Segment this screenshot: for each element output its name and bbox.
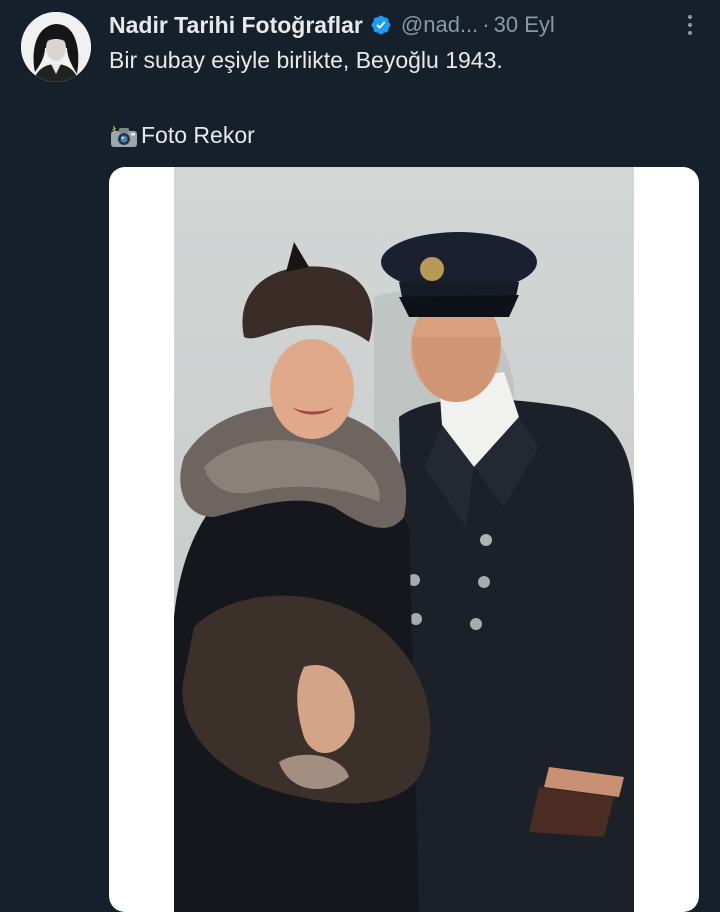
camera-flash-icon <box>111 124 137 147</box>
more-options-icon[interactable] <box>680 10 700 40</box>
display-name[interactable]: Nadir Tarihi Fotoğraflar <box>109 12 363 39</box>
tweet-credit-line: Foto Rekor <box>109 122 255 149</box>
avatar-portrait-image <box>21 12 91 82</box>
tweet-header: Nadir Tarihi Fotoğraflar @nad... · 30 Ey… <box>109 8 702 42</box>
photo-credit: Foto Rekor <box>141 122 255 148</box>
tweet-text: Bir subay eşiyle birlikte, Beyoğlu 1943. <box>109 47 503 73</box>
avatar[interactable] <box>21 12 91 82</box>
vintage-couple-photo[interactable] <box>174 167 634 912</box>
separator-dot: · <box>482 12 490 37</box>
verified-badge-icon <box>371 15 391 35</box>
user-handle[interactable]: @nad... <box>401 12 478 38</box>
tweet-media-card[interactable] <box>109 167 699 912</box>
timestamp[interactable]: 30 Eyl <box>494 12 555 38</box>
